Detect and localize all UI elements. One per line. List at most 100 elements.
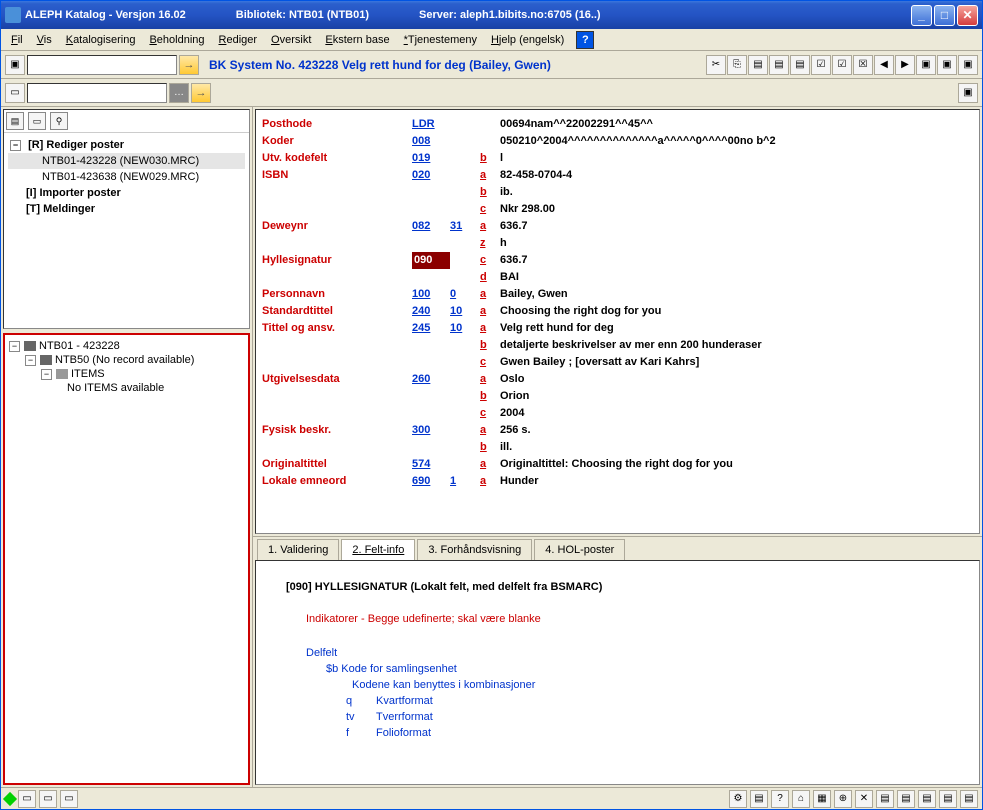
marc-value[interactable]: Velg rett hund for deg bbox=[500, 320, 973, 337]
st-l1[interactable]: ▭ bbox=[18, 790, 36, 808]
st-r9[interactable]: ▤ bbox=[897, 790, 915, 808]
marc-value[interactable]: Bailey, Gwen bbox=[500, 286, 973, 303]
marc-value[interactable]: 636.7 bbox=[500, 218, 973, 235]
marc-subfield[interactable]: b bbox=[480, 388, 500, 405]
marc-tag[interactable]: 574 bbox=[412, 456, 450, 473]
marc-tag[interactable]: 020 bbox=[412, 167, 450, 184]
marc-tag[interactable]: LDR bbox=[412, 116, 450, 133]
marc-subfield[interactable]: a bbox=[480, 371, 500, 388]
marc-subfield[interactable]: c bbox=[480, 252, 500, 269]
menu-beholdning[interactable]: Beholdning bbox=[143, 32, 210, 48]
marc-subfield[interactable]: a bbox=[480, 456, 500, 473]
marc-value[interactable]: 00694nam^^22002291^^45^^ bbox=[500, 116, 973, 133]
collapse-icon[interactable]: − bbox=[10, 140, 21, 151]
marc-subfield[interactable]: a bbox=[480, 167, 500, 184]
menu-rediger[interactable]: Rediger bbox=[213, 32, 264, 48]
marc-value[interactable]: 636.7 bbox=[500, 252, 973, 269]
menu-fil[interactable]: Fil bbox=[5, 32, 29, 48]
marc-editor[interactable]: PosthodeLDR00694nam^^22002291^^45^^Koder… bbox=[255, 109, 980, 534]
pane-tab-2[interactable]: ▭ bbox=[28, 112, 46, 130]
marc-row[interactable]: Utgivelsesdata260aOslo bbox=[262, 371, 973, 388]
field-info-panel[interactable]: [090] HYLLESIGNATUR (Lokalt felt, med de… bbox=[255, 560, 980, 785]
marc-value[interactable]: l bbox=[500, 150, 973, 167]
sub-child1[interactable]: −NTB50 (No record available) bbox=[9, 353, 244, 367]
st-l2[interactable]: ▭ bbox=[39, 790, 57, 808]
marc-row[interactable]: Lokale emneord6901aHunder bbox=[262, 473, 973, 490]
pane-tab-3[interactable]: ⚲ bbox=[50, 112, 68, 130]
marc-indicator[interactable] bbox=[450, 439, 480, 456]
marc-subfield[interactable]: d bbox=[480, 269, 500, 286]
marc-row[interactable]: Originaltittel574aOriginaltittel: Choosi… bbox=[262, 456, 973, 473]
marc-subfield[interactable]: a bbox=[480, 286, 500, 303]
tab-0[interactable]: 1. Validering bbox=[257, 539, 339, 560]
st-l3[interactable]: ▭ bbox=[60, 790, 78, 808]
marc-row[interactable]: bOrion bbox=[262, 388, 973, 405]
go-button-1[interactable]: → bbox=[179, 55, 199, 75]
toolbar-input-2[interactable] bbox=[27, 83, 167, 103]
marc-indicator[interactable] bbox=[450, 371, 480, 388]
marc-value[interactable]: ib. bbox=[500, 184, 973, 201]
marc-indicator[interactable] bbox=[450, 337, 480, 354]
marc-subfield[interactable]: a bbox=[480, 303, 500, 320]
marc-indicator[interactable] bbox=[450, 167, 480, 184]
marc-subfield[interactable]: z bbox=[480, 235, 500, 252]
tb-r10[interactable]: ▶ bbox=[895, 55, 915, 75]
marc-tag[interactable] bbox=[412, 439, 450, 456]
tb-r1[interactable]: ✂ bbox=[706, 55, 726, 75]
marc-value[interactable]: BAI bbox=[500, 269, 973, 286]
marc-value[interactable]: Choosing the right dog for you bbox=[500, 303, 973, 320]
marc-value[interactable]: Orion bbox=[500, 388, 973, 405]
st-r7[interactable]: ✕ bbox=[855, 790, 873, 808]
marc-row[interactable]: PosthodeLDR00694nam^^22002291^^45^^ bbox=[262, 116, 973, 133]
marc-indicator[interactable] bbox=[450, 269, 480, 286]
marc-subfield[interactable]: c bbox=[480, 354, 500, 371]
st-r10[interactable]: ▤ bbox=[918, 790, 936, 808]
marc-subfield[interactable] bbox=[480, 116, 500, 133]
st-r1[interactable]: ⚙ bbox=[729, 790, 747, 808]
marc-subfield[interactable]: b bbox=[480, 184, 500, 201]
marc-indicator[interactable]: 10 bbox=[450, 303, 480, 320]
marc-row[interactable]: zh bbox=[262, 235, 973, 252]
tb2-r1[interactable]: ▣ bbox=[958, 83, 978, 103]
marc-indicator[interactable] bbox=[450, 133, 480, 150]
st-r8[interactable]: ▤ bbox=[876, 790, 894, 808]
marc-tag[interactable] bbox=[412, 269, 450, 286]
sub-root[interactable]: −NTB01 - 423228 bbox=[9, 339, 244, 353]
marc-row[interactable]: Fysisk beskr.300a256 s. bbox=[262, 422, 973, 439]
marc-row[interactable]: dBAI bbox=[262, 269, 973, 286]
sub-child2[interactable]: −ITEMS bbox=[9, 367, 244, 381]
marc-row[interactable]: cNkr 298.00 bbox=[262, 201, 973, 218]
marc-value[interactable]: ill. bbox=[500, 439, 973, 456]
st-r6[interactable]: ⊕ bbox=[834, 790, 852, 808]
st-r4[interactable]: ⌂ bbox=[792, 790, 810, 808]
close-button[interactable]: ✕ bbox=[957, 5, 978, 26]
marc-value[interactable]: Oslo bbox=[500, 371, 973, 388]
marc-indicator[interactable] bbox=[450, 456, 480, 473]
tb-r3[interactable]: ▤ bbox=[748, 55, 768, 75]
marc-row[interactable]: Personnavn1000aBailey, Gwen bbox=[262, 286, 973, 303]
tb-r2[interactable]: ⎘ bbox=[727, 55, 747, 75]
tree-other-1[interactable]: [T] Meldinger bbox=[8, 201, 245, 217]
marc-indicator[interactable]: 31 bbox=[450, 218, 480, 235]
marc-indicator[interactable]: 10 bbox=[450, 320, 480, 337]
marc-indicator[interactable]: 1 bbox=[450, 473, 480, 490]
marc-tag[interactable] bbox=[412, 337, 450, 354]
marc-value[interactable]: h bbox=[500, 235, 973, 252]
marc-row[interactable]: Tittel og ansv.24510aVelg rett hund for … bbox=[262, 320, 973, 337]
tb2-icon-1[interactable]: ▭ bbox=[5, 83, 25, 103]
tb-r12[interactable]: ▣ bbox=[937, 55, 957, 75]
tb-r7[interactable]: ☑ bbox=[832, 55, 852, 75]
marc-indicator[interactable] bbox=[450, 150, 480, 167]
marc-row[interactable]: bill. bbox=[262, 439, 973, 456]
menu-eksternbase[interactable]: Ekstern base bbox=[319, 32, 395, 48]
st-r5[interactable]: ▦ bbox=[813, 790, 831, 808]
marc-value[interactable]: 256 s. bbox=[500, 422, 973, 439]
menu-oversikt[interactable]: Oversikt bbox=[265, 32, 317, 48]
marc-tag[interactable]: 008 bbox=[412, 133, 450, 150]
tb-icon-1[interactable]: ▣ bbox=[5, 55, 25, 75]
marc-indicator[interactable] bbox=[450, 201, 480, 218]
menu-katalogisering[interactable]: Katalogisering bbox=[60, 32, 142, 48]
marc-tag[interactable] bbox=[412, 388, 450, 405]
help-icon[interactable]: ? bbox=[576, 31, 594, 49]
marc-subfield[interactable]: b bbox=[480, 150, 500, 167]
